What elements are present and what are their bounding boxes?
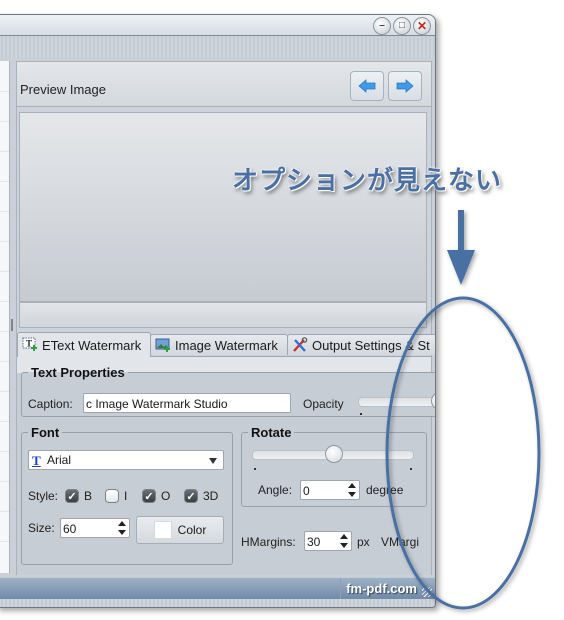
close-button[interactable]: ✕ xyxy=(413,17,431,35)
app-window: – □ ✕ Preview Image T EText Watermark Im… xyxy=(0,14,436,608)
preview-image-area xyxy=(19,112,427,302)
font-family-value: Arial xyxy=(47,453,72,467)
annotation-text: オプションが見えない xyxy=(232,165,503,195)
opacity-label: Opacity xyxy=(303,397,344,411)
tab-label: EText Watermark xyxy=(42,337,142,353)
rotate-slider[interactable] xyxy=(252,445,414,463)
bottom-strip xyxy=(0,599,435,607)
italic-checkbox[interactable] xyxy=(105,489,119,503)
checkmark-icon: ✓ xyxy=(144,490,154,503)
preview-header: Preview Image xyxy=(17,62,431,107)
font-family-select[interactable]: T Arial xyxy=(28,450,224,470)
checkmark-icon: ✓ xyxy=(67,490,77,503)
spin-up-icon[interactable] xyxy=(117,521,126,526)
size-spinner[interactable] xyxy=(117,521,126,535)
status-text: fm-pdf.com xyxy=(346,581,417,596)
toolbar-strip xyxy=(0,36,435,58)
status-bar: fm-pdf.com xyxy=(0,577,435,600)
spin-down-icon[interactable] xyxy=(117,530,126,535)
status-separator xyxy=(340,578,341,600)
tab-output-settings[interactable]: Output Settings & St xyxy=(287,334,435,355)
opacity-slider[interactable] xyxy=(358,392,435,410)
italic-label: I xyxy=(124,489,128,503)
preview-status-bar xyxy=(19,302,427,328)
opacity-tick xyxy=(360,413,362,415)
next-image-button[interactable] xyxy=(388,71,422,101)
tab-image-watermark[interactable]: Image Watermark xyxy=(150,334,288,355)
preview-title: Preview Image xyxy=(20,82,106,97)
rotate-legend: Rotate xyxy=(251,425,292,440)
window-controls: – □ ✕ xyxy=(371,17,431,35)
title-bar[interactable]: – □ ✕ xyxy=(0,15,435,36)
rotate-tick-min xyxy=(254,468,256,470)
size-value: 60 xyxy=(63,522,77,536)
maximize-button[interactable]: □ xyxy=(393,17,411,35)
size-input[interactable]: 60 xyxy=(60,518,130,538)
rotate-tick-max xyxy=(410,468,412,470)
rotate-slider-thumb[interactable] xyxy=(325,445,343,463)
outline-label: O xyxy=(161,489,171,503)
angle-value: 0 xyxy=(303,484,310,498)
etext-watermark-panel: Text Properties Caption: c Image Waterma… xyxy=(17,356,435,575)
angle-spinner[interactable] xyxy=(347,483,356,497)
splitter-grip[interactable] xyxy=(11,319,13,331)
style-label: Style: xyxy=(28,489,59,503)
hmargins-label: HMargins: xyxy=(241,535,296,549)
color-button[interactable]: Color xyxy=(136,516,224,544)
color-button-label: Color xyxy=(177,523,207,537)
bold-checkbox[interactable]: ✓ xyxy=(65,489,79,503)
text-watermark-icon: T xyxy=(22,337,38,353)
previous-image-button[interactable] xyxy=(350,71,384,101)
image-watermark-icon xyxy=(155,337,171,353)
tab-label: Output Settings & St xyxy=(312,337,430,353)
chevron-down-icon xyxy=(209,458,217,464)
tools-icon xyxy=(292,337,308,353)
preview-pane: Preview Image T EText Watermark Image Wa… xyxy=(16,61,435,575)
3d-label: 3D xyxy=(203,489,219,503)
checkmark-icon: ✓ xyxy=(186,490,196,503)
spin-up-icon[interactable] xyxy=(347,483,356,488)
maximize-icon: □ xyxy=(398,20,406,31)
spin-down-icon[interactable] xyxy=(347,492,356,497)
angle-input[interactable]: 0 xyxy=(300,480,360,500)
bold-label: B xyxy=(84,489,93,503)
close-icon: ✕ xyxy=(416,19,428,33)
3d-checkbox[interactable]: ✓ xyxy=(184,489,198,503)
tab-strip: T EText Watermark Image Watermark Output… xyxy=(17,332,435,357)
vmargins-label: VMargi xyxy=(381,535,420,549)
arrow-left-icon xyxy=(358,79,376,93)
resize-grip-icon[interactable] xyxy=(422,587,432,597)
size-label: Size: xyxy=(28,521,55,535)
font-group: Font T Arial Style: ✓ B I ✓ O ✓ 3D Size:… xyxy=(21,425,233,565)
spin-down-icon[interactable] xyxy=(339,543,348,548)
hmargins-input[interactable]: 30 xyxy=(304,531,352,551)
down-arrow-icon xyxy=(447,210,475,285)
hmargins-spinner[interactable] xyxy=(339,534,348,548)
outline-checkbox[interactable]: ✓ xyxy=(142,489,156,503)
hmargins-value: 30 xyxy=(307,535,321,549)
caption-input[interactable]: c Image Watermark Studio xyxy=(83,393,291,413)
opacity-slider-thumb[interactable] xyxy=(431,392,435,410)
minimize-button[interactable]: – xyxy=(373,17,391,35)
caption-label: Caption: xyxy=(28,397,73,411)
spin-up-icon[interactable] xyxy=(339,534,348,539)
hmargins-unit: px xyxy=(357,535,370,549)
angle-unit: degree xyxy=(366,483,404,497)
file-list-pane[interactable] xyxy=(0,61,10,573)
tab-label: Image Watermark xyxy=(175,337,278,353)
minimize-icon: – xyxy=(379,20,385,31)
arrow-right-icon xyxy=(396,79,414,93)
rotate-group: Rotate Angle: 0 degree xyxy=(241,425,427,507)
font-legend: Font xyxy=(31,425,60,440)
text-properties-group: Text Properties Caption: c Image Waterma… xyxy=(21,365,435,417)
color-swatch xyxy=(153,521,172,539)
pane-splitter[interactable] xyxy=(10,61,15,573)
tab-etext-watermark[interactable]: T EText Watermark xyxy=(17,332,151,357)
angle-label: Angle: xyxy=(258,483,293,497)
text-properties-legend: Text Properties xyxy=(31,365,125,380)
font-type-icon: T xyxy=(32,453,41,468)
